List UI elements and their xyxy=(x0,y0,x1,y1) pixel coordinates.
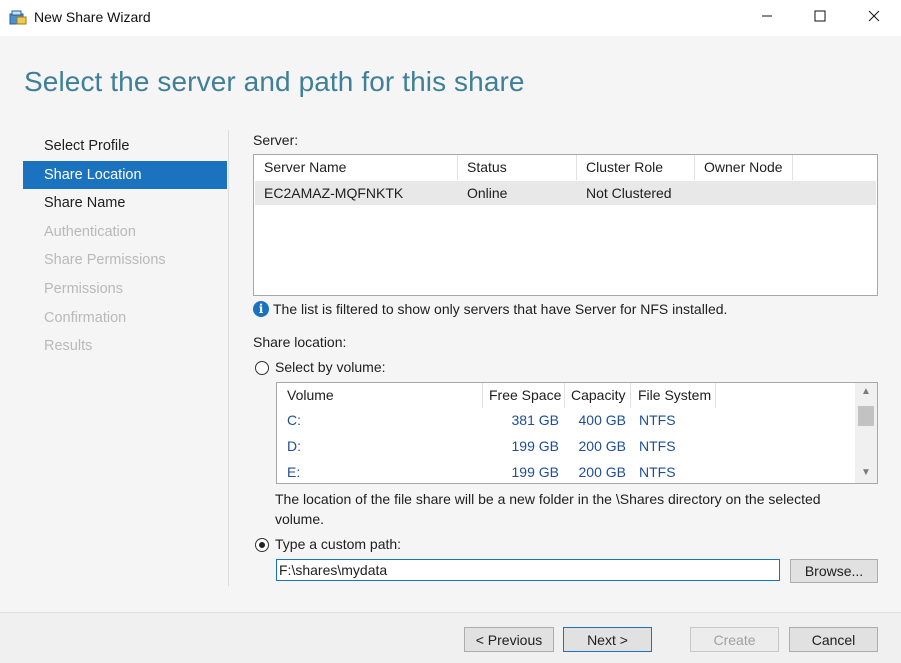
nav-item-share-name[interactable]: Share Name xyxy=(23,189,227,218)
create-button[interactable]: Create xyxy=(690,627,779,652)
cancel-button[interactable]: Cancel xyxy=(789,627,878,652)
server-row[interactable]: EC2AMAZ-MQFNKTK Online Not Clustered xyxy=(255,181,876,205)
volume-row[interactable]: C: 381 GB 400 GB NTFS xyxy=(278,407,855,433)
scrollbar-thumb[interactable] xyxy=(858,406,874,426)
share-location-note: The location of the file share will be a… xyxy=(275,491,821,527)
minimize-icon xyxy=(761,9,773,25)
share-location-label: Share location: xyxy=(253,334,347,350)
custom-path-input[interactable] xyxy=(276,559,780,581)
wizard-steps-nav: Select Profile Share Location Share Name… xyxy=(23,132,227,361)
info-icon: i xyxy=(253,301,269,317)
browse-button[interactable]: Browse... xyxy=(790,559,878,583)
next-button[interactable]: Next > xyxy=(563,627,652,652)
column-header-status[interactable]: Status xyxy=(458,155,577,180)
maximize-icon xyxy=(814,9,826,25)
radio-selected-dot xyxy=(259,542,265,548)
minimize-button[interactable] xyxy=(744,0,790,34)
maximize-button[interactable] xyxy=(797,0,843,34)
volume-file-system-cell: NTFS xyxy=(639,412,676,428)
close-button[interactable] xyxy=(851,0,897,34)
server-cluster-role-cell: Not Clustered xyxy=(586,185,672,201)
select-by-volume-radio[interactable] xyxy=(255,361,269,375)
volume-capacity-cell: 200 GB xyxy=(578,464,626,480)
volume-name-cell: E: xyxy=(287,464,301,480)
volume-free-space-cell: 199 GB xyxy=(511,438,559,454)
select-by-volume-label[interactable]: Select by volume: xyxy=(275,359,386,375)
chevron-down-icon[interactable]: ▼ xyxy=(860,467,872,479)
server-list[interactable]: Server Name Status Cluster Role Owner No… xyxy=(253,154,878,296)
volume-file-system-cell: NTFS xyxy=(639,438,676,454)
column-header-free-space[interactable]: Free Space xyxy=(483,383,565,408)
volume-free-space-cell: 381 GB xyxy=(511,412,559,428)
server-filter-info-text: The list is filtered to show only server… xyxy=(273,301,728,317)
nav-item-confirmation: Confirmation xyxy=(44,309,127,326)
nav-item-select-profile[interactable]: Select Profile xyxy=(23,132,227,161)
volume-list[interactable]: Volume Free Space Capacity File System C… xyxy=(276,382,878,484)
window-title: New Share Wizard xyxy=(34,9,151,25)
volume-capacity-cell: 400 GB xyxy=(578,412,626,428)
column-header-file-system[interactable]: File System xyxy=(631,383,716,408)
title-bar: New Share Wizard xyxy=(0,0,901,36)
page-title: Select the server and path for this shar… xyxy=(24,66,525,97)
nav-item-share-location[interactable]: Share Location xyxy=(23,160,227,190)
column-header-owner-node[interactable]: Owner Node xyxy=(695,155,793,180)
previous-button[interactable]: < Previous xyxy=(464,627,554,652)
volume-file-system-cell: NTFS xyxy=(639,464,676,480)
column-header-volume[interactable]: Volume xyxy=(277,383,483,408)
server-name-cell: EC2AMAZ-MQFNKTK xyxy=(264,185,404,201)
nav-item-permissions: Permissions xyxy=(44,280,123,297)
volume-row[interactable]: D: 199 GB 200 GB NTFS xyxy=(278,433,855,459)
custom-path-label[interactable]: Type a custom path: xyxy=(275,536,401,552)
share-wizard-icon xyxy=(9,9,27,25)
close-icon xyxy=(868,9,880,25)
wizard-content: Select the server and path for this shar… xyxy=(0,36,901,612)
volume-capacity-cell: 200 GB xyxy=(578,438,626,454)
column-header-capacity[interactable]: Capacity xyxy=(565,383,631,408)
nav-item-authentication: Authentication xyxy=(44,223,136,240)
server-list-header: Server Name Status Cluster Role Owner No… xyxy=(254,155,877,180)
column-header-server-name[interactable]: Server Name xyxy=(254,155,458,180)
nav-divider xyxy=(228,130,229,586)
wizard-footer: < Previous Next > Create Cancel xyxy=(0,612,901,663)
volume-list-scrollbar[interactable]: ▲ ▼ xyxy=(855,383,877,483)
volume-free-space-cell: 199 GB xyxy=(511,464,559,480)
server-label: Server: xyxy=(253,132,299,148)
server-status-cell: Online xyxy=(467,185,508,201)
server-filter-info: i The list is filtered to show only serv… xyxy=(253,301,727,317)
volume-list-header: Volume Free Space Capacity File System xyxy=(277,383,855,408)
nav-item-share-permissions: Share Permissions xyxy=(44,252,166,269)
volume-name-cell: D: xyxy=(287,438,301,454)
chevron-up-icon[interactable]: ▲ xyxy=(860,386,872,398)
custom-path-radio[interactable] xyxy=(255,538,269,552)
volume-name-cell: C: xyxy=(287,412,301,428)
column-header-cluster-role[interactable]: Cluster Role xyxy=(577,155,695,180)
nav-item-results: Results xyxy=(44,338,93,355)
volume-row[interactable]: E: 199 GB 200 GB NTFS xyxy=(278,459,855,483)
